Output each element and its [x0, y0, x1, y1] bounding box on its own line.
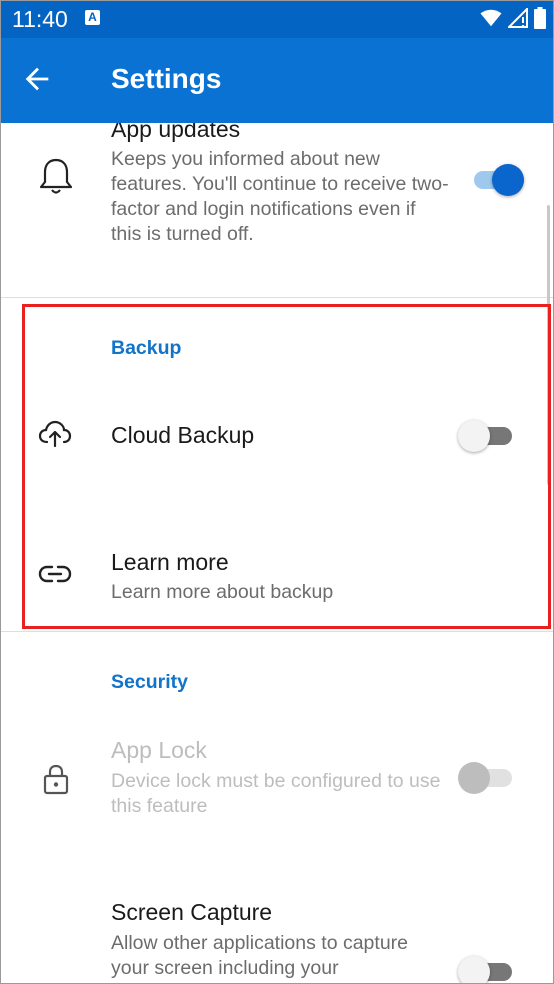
page-title: Settings [111, 63, 222, 94]
bell-icon [39, 158, 73, 194]
wifi-icon [480, 9, 502, 27]
app-updates-toggle[interactable] [470, 159, 526, 199]
back-arrow-icon[interactable] [20, 62, 54, 96]
app-updates-title: App updates [111, 123, 241, 142]
toggle-thumb [458, 762, 490, 794]
signal-icon [508, 8, 528, 28]
app-lock-title: App Lock [111, 737, 207, 763]
divider [0, 297, 554, 298]
cloud-upload-icon [38, 420, 72, 448]
status-icons [480, 7, 546, 29]
app-bar: Settings [0, 38, 554, 123]
battery-icon [534, 7, 546, 29]
app-updates-description: Keeps you informed about new features. Y… [111, 148, 449, 245]
notification-icon: A [85, 10, 100, 25]
screen-capture-toggle[interactable] [458, 951, 514, 984]
app-lock-toggle [458, 757, 514, 797]
lock-icon [43, 764, 69, 795]
cloud-backup-toggle[interactable] [458, 415, 514, 455]
link-icon [38, 565, 72, 583]
learn-more-title: Learn more [111, 549, 229, 575]
divider [0, 631, 554, 632]
toggle-thumb [458, 420, 490, 452]
toggle-thumb [458, 956, 490, 984]
toggle-thumb [492, 164, 524, 196]
screen-capture-subtitle: Allow other applications to capture your… [111, 932, 409, 979]
scrollbar[interactable] [547, 205, 550, 485]
status-time: 11:40 [12, 6, 68, 32]
app-lock-subtitle: Device lock must be configured to use th… [111, 770, 441, 817]
cloud-backup-title: Cloud Backup [111, 422, 255, 448]
learn-more-subtitle: Learn more about backup [111, 581, 334, 603]
backup-section-header: Backup [111, 337, 182, 359]
screen-capture-title: Screen Capture [111, 899, 273, 925]
status-bar: 11:40 A [0, 0, 554, 38]
settings-list[interactable]: App updates Keeps you informed about new… [0, 123, 554, 984]
security-section-header: Security [111, 671, 188, 693]
